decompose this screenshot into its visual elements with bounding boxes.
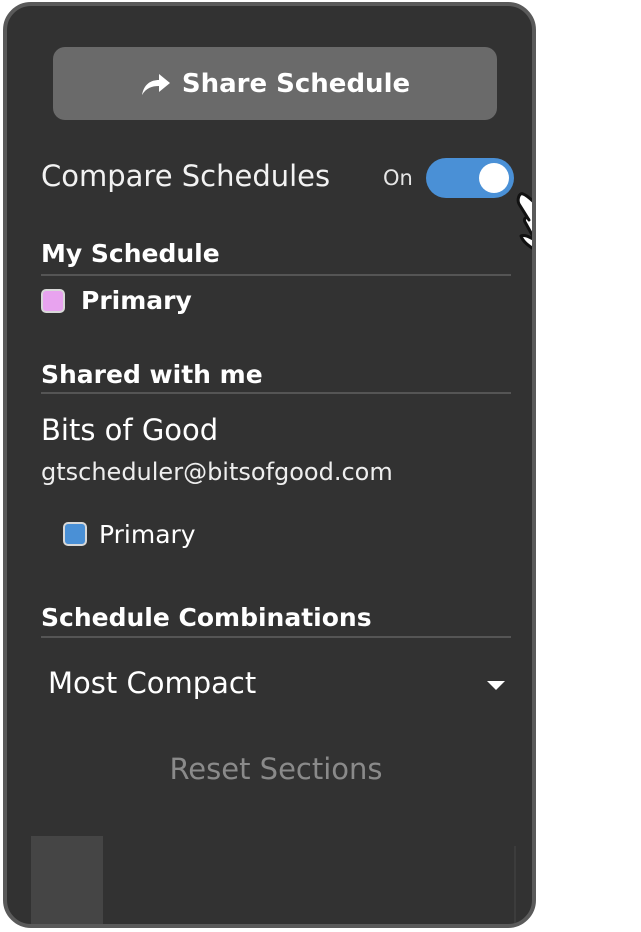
- schedule-combinations-dropdown[interactable]: Most Compact: [41, 656, 511, 712]
- compare-schedules-toggle[interactable]: [426, 158, 514, 198]
- my-schedule-heading: My Schedule: [41, 239, 220, 268]
- shared-primary-label: Primary: [99, 520, 196, 549]
- schedule-combinations-divider: [41, 636, 511, 638]
- share-schedule-label: Share Schedule: [181, 68, 411, 99]
- toggle-status-text: On: [383, 166, 413, 190]
- toggle-knob: [479, 163, 509, 193]
- share-arrow-icon: [141, 73, 170, 95]
- caret-down-icon: [487, 681, 505, 690]
- my-primary-checkbox[interactable]: [41, 289, 65, 313]
- sidebar-panel: Share Schedule Compare Schedules On My S…: [3, 2, 536, 928]
- my-primary-label: Primary: [81, 286, 192, 315]
- dropdown-selected-value: Most Compact: [48, 666, 257, 700]
- shared-with-me-heading: Shared with me: [41, 360, 263, 389]
- pointer-hand-icon: [516, 192, 532, 250]
- shared-user-email: gtscheduler@bitsofgood.com: [41, 458, 393, 486]
- bottom-panel-rail: [514, 846, 516, 924]
- shared-primary-checkbox[interactable]: [63, 522, 87, 546]
- reset-sections-button[interactable]: Reset Sections: [41, 752, 511, 786]
- compare-schedules-label: Compare Schedules: [41, 159, 331, 193]
- shared-with-me-divider: [41, 392, 511, 394]
- share-schedule-button[interactable]: Share Schedule: [53, 47, 497, 120]
- my-schedule-divider: [41, 274, 511, 276]
- schedule-combinations-heading: Schedule Combinations: [41, 603, 372, 632]
- bottom-panel-block: [31, 836, 103, 924]
- shared-user-name: Bits of Good: [41, 413, 219, 447]
